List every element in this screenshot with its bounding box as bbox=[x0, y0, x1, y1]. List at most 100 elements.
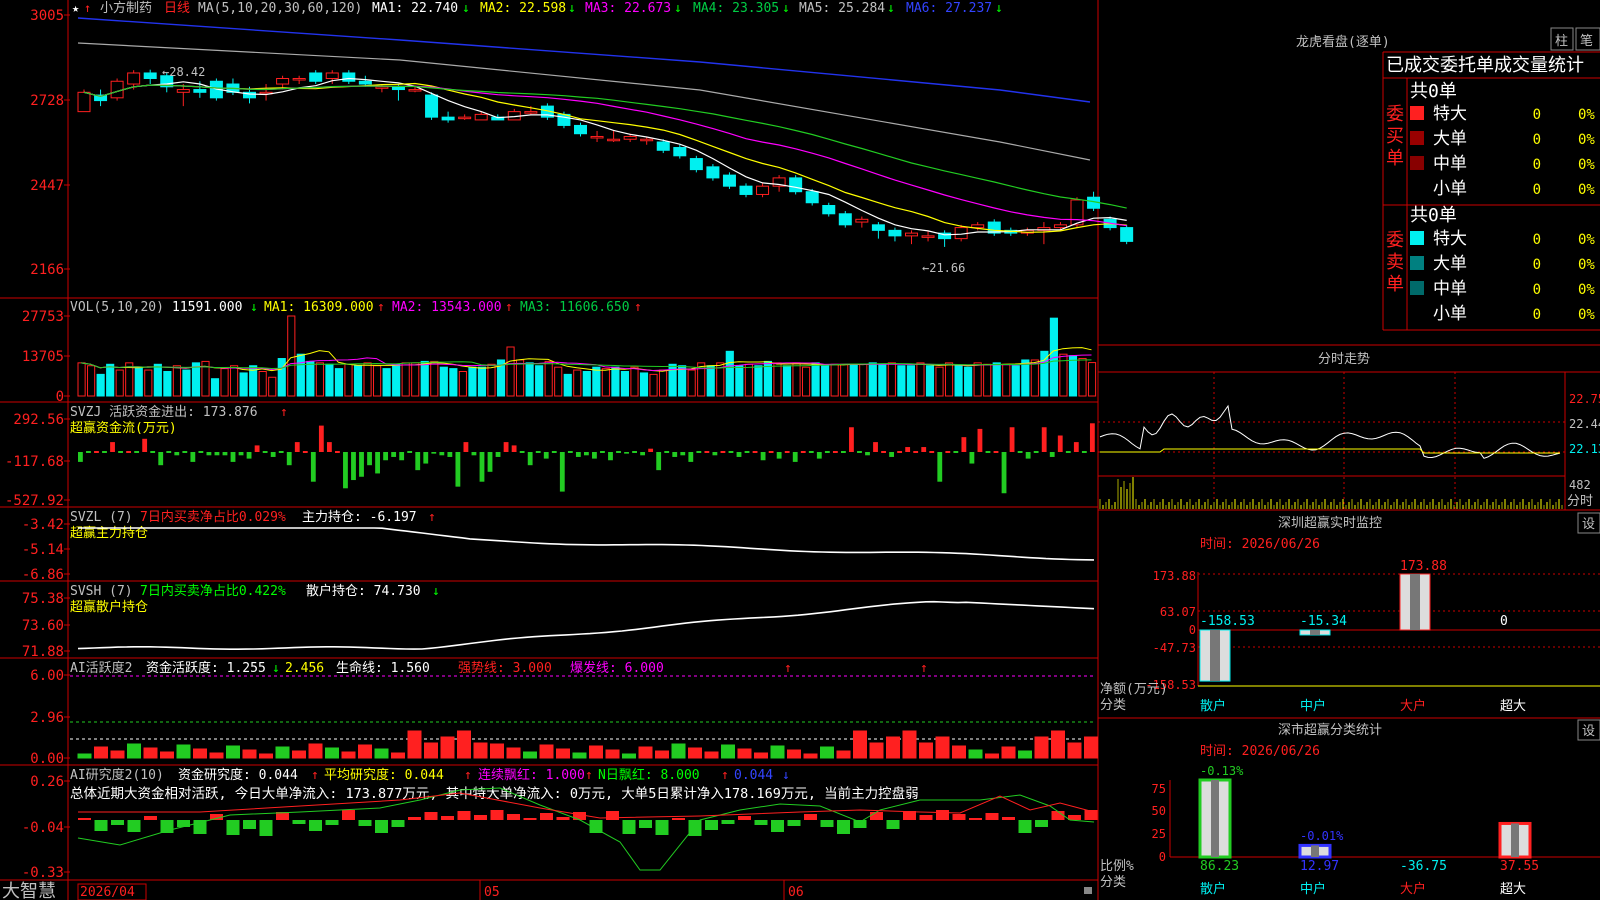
ai2-bar bbox=[622, 820, 636, 834]
svzl-panel: SVZL (7) 7日内买卖净占比0.029% 主力持仓: -6.197 ↑ 超… bbox=[22, 509, 1095, 583]
volume-bar bbox=[468, 366, 477, 397]
vol-ma3-arrow-icon: ↑ bbox=[634, 300, 642, 315]
sz-x-label: 分类 bbox=[1100, 698, 1126, 713]
sz-title: 深圳超赢实时监控 bbox=[1278, 515, 1382, 531]
volume-bar bbox=[925, 365, 935, 397]
candle-body bbox=[805, 191, 819, 204]
ai1-bar bbox=[919, 742, 933, 759]
ai1-bar bbox=[424, 742, 438, 759]
svzj-bar bbox=[616, 451, 621, 453]
candlestick-series[interactable] bbox=[77, 69, 1134, 247]
volume-bar bbox=[182, 369, 191, 397]
volume-bar bbox=[277, 358, 286, 397]
ai1-bar bbox=[605, 749, 620, 759]
svzj-bar bbox=[680, 452, 686, 456]
volume-bar bbox=[401, 362, 410, 397]
vol-ma1-arrow-icon: ↑ bbox=[377, 300, 385, 315]
svzj-bar bbox=[921, 447, 927, 452]
volume-bar bbox=[163, 370, 172, 397]
candle-body bbox=[408, 89, 422, 92]
svzj-bar bbox=[174, 452, 180, 456]
intraday-volume bbox=[1099, 477, 1563, 509]
svzj-bar bbox=[423, 452, 429, 464]
svzj-bar bbox=[190, 452, 196, 462]
svzj-bar bbox=[166, 451, 172, 453]
ai2-research-arrow-icon: ↑ bbox=[311, 768, 319, 783]
svzj-bars bbox=[78, 423, 1095, 494]
fs-axis-4: 482 bbox=[1569, 478, 1591, 492]
ai1-bar bbox=[1018, 750, 1032, 759]
sz-axis-label: 0 bbox=[1189, 623, 1196, 637]
svzj-bar bbox=[1001, 452, 1007, 494]
legend-swatch bbox=[1410, 231, 1424, 245]
buy-label-1: 委 bbox=[1386, 104, 1404, 125]
axis-tick-label: -0.33 bbox=[22, 865, 64, 881]
svzj-bar bbox=[945, 451, 951, 453]
axis-tick-label: 3005 bbox=[30, 8, 64, 24]
lock-icon[interactable] bbox=[1084, 887, 1092, 894]
period-label[interactable]: 日线 bbox=[164, 1, 190, 16]
svzl-name: SVZL (7) bbox=[70, 510, 133, 525]
tick-mode-label: 笔 bbox=[1580, 33, 1593, 49]
svzj-bar bbox=[407, 451, 413, 453]
volume-bar bbox=[792, 362, 801, 397]
svzj-bar bbox=[575, 452, 581, 457]
ai2-nday-arrow-icon: ↑ bbox=[721, 768, 729, 783]
ai1-bar bbox=[770, 745, 785, 759]
volume-bar bbox=[887, 362, 896, 397]
svzl-axis: -3.42 -5.14 -6.86 bbox=[22, 517, 70, 583]
volume-bar bbox=[782, 365, 792, 397]
intraday-price-line bbox=[1099, 404, 1561, 459]
svzj-bar bbox=[238, 452, 244, 456]
ai1-bar bbox=[853, 730, 867, 759]
candle-body bbox=[1053, 224, 1067, 229]
ai2-bar bbox=[936, 810, 949, 820]
ai2-bar bbox=[853, 820, 867, 828]
axis-tick-label: 27753 bbox=[22, 309, 64, 325]
volume-bar bbox=[1002, 363, 1011, 397]
ai2-bar bbox=[342, 810, 355, 820]
axis-tick-label: 2728 bbox=[30, 93, 64, 109]
svzj-bar bbox=[736, 452, 742, 457]
svzj-bar bbox=[648, 448, 654, 452]
order-count: 0 bbox=[1533, 132, 1541, 148]
ai2-bar bbox=[243, 820, 256, 829]
candle-body bbox=[607, 138, 621, 142]
vol-arrow-icon: ↓ bbox=[250, 300, 258, 315]
volume-bar bbox=[687, 369, 696, 397]
ai2-bar bbox=[1035, 820, 1048, 827]
stock-name: 小方制药 bbox=[100, 0, 152, 16]
ai1-bar bbox=[160, 751, 174, 759]
svzj-bar bbox=[1065, 451, 1071, 453]
ai1-bar bbox=[176, 744, 191, 759]
ma6-arrow-icon: ↓ bbox=[995, 1, 1003, 16]
favorite-star-icon[interactable]: ★ bbox=[72, 1, 79, 15]
svzj-bar bbox=[656, 452, 662, 471]
svsh-ratio: 7日内买卖净占比0.422% bbox=[140, 583, 286, 599]
volume-bar bbox=[983, 363, 992, 397]
ai2-bar bbox=[94, 820, 108, 831]
svzl-ratio: 7日内买卖净占比0.029% bbox=[140, 509, 286, 525]
volume-bar bbox=[268, 376, 277, 397]
svzj-bar bbox=[824, 451, 830, 453]
order-count: 0 bbox=[1533, 232, 1541, 248]
ai1-bar bbox=[556, 748, 570, 759]
svzj-bar bbox=[559, 452, 565, 492]
ai1-bar bbox=[952, 745, 966, 759]
axis-tick-label: 73.60 bbox=[22, 618, 64, 634]
svsh-position: 散户持仓: 74.730 bbox=[306, 583, 421, 599]
svzj-bar bbox=[359, 452, 364, 477]
ai1-name: AI活跃度2 bbox=[70, 660, 132, 676]
volume-bar bbox=[382, 368, 391, 397]
ma4-arrow-icon: ↓ bbox=[782, 1, 790, 16]
ai1-bar bbox=[226, 745, 240, 759]
volume-bar bbox=[773, 362, 782, 397]
svsh-name: SVSH (7) bbox=[70, 584, 133, 599]
ai1-bar bbox=[308, 743, 323, 759]
volume-bar bbox=[801, 366, 811, 397]
order-percent: 0% bbox=[1578, 232, 1595, 248]
ai2-bar bbox=[919, 815, 933, 820]
ai2-bar bbox=[639, 820, 652, 828]
volume-bar bbox=[582, 370, 591, 397]
svzj-bar bbox=[294, 442, 300, 452]
